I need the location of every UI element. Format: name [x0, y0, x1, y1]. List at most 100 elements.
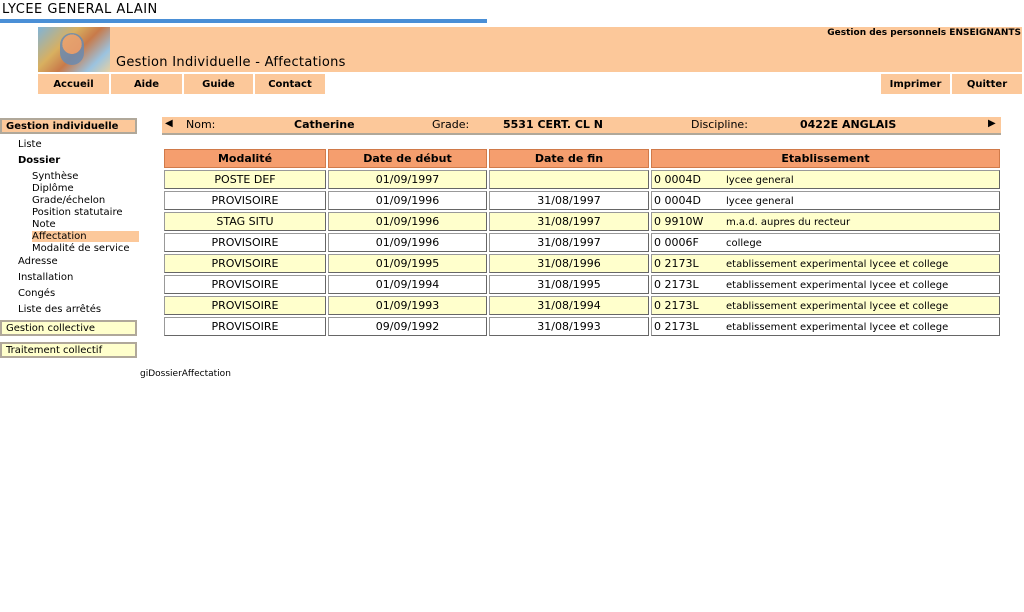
header-date-debut: Date de début	[328, 149, 487, 168]
header-date-fin: Date de fin	[489, 149, 649, 168]
cell-etablissement: 0 2173L etablissement experimental lycee …	[651, 275, 1000, 294]
sidebar-sub-grade-echelon[interactable]: Grade/échelon	[32, 195, 105, 206]
page-identifier: giDossierAffectation	[140, 369, 231, 379]
sidebar-item-dossier[interactable]: Dossier	[18, 155, 60, 166]
photo-figure	[60, 33, 84, 65]
cell-date-fin: 31/08/1997	[489, 212, 649, 231]
etab-name: lycee general	[726, 196, 794, 207]
etab-name: etablissement experimental lycee et coll…	[726, 259, 949, 270]
imprimer-button[interactable]: Imprimer	[881, 74, 950, 94]
cell-date-debut: 01/09/1997	[328, 170, 487, 189]
cell-date-fin: 31/08/1994	[489, 296, 649, 315]
table-row[interactable]: PROVISOIRE 01/09/1993 31/08/1994 0 2173L…	[164, 296, 1000, 315]
sidebar-item-liste-arretes[interactable]: Liste des arrêtés	[18, 304, 101, 315]
cell-modalite: STAG SITU	[164, 212, 326, 231]
table-row[interactable]: STAG SITU 01/09/1996 31/08/1997 0 9910W m…	[164, 212, 1000, 231]
sidebar-sub-note[interactable]: Note	[32, 219, 56, 230]
grade-label: Grade:	[432, 118, 470, 131]
cell-modalite: PROVISOIRE	[164, 191, 326, 210]
nom-label: Nom:	[186, 118, 216, 131]
etab-name: etablissement experimental lycee et coll…	[726, 280, 949, 291]
guide-button[interactable]: Guide	[184, 74, 253, 94]
cell-etablissement: 0 9910W m.a.d. aupres du recteur	[651, 212, 1000, 231]
sidebar-item-conges[interactable]: Congés	[18, 288, 55, 299]
etab-code: 0 0004D	[654, 194, 701, 207]
etab-code: 0 2173L	[654, 257, 699, 270]
sidebar-sub-affectation[interactable]: Affectation	[32, 231, 139, 242]
table-row[interactable]: PROVISOIRE 09/09/1992 31/08/1993 0 2173L…	[164, 317, 1000, 336]
sidebar-item-adresse[interactable]: Adresse	[18, 256, 58, 267]
cell-date-fin: 31/08/1993	[489, 317, 649, 336]
cell-date-debut: 01/09/1995	[328, 254, 487, 273]
cell-modalite: POSTE DEF	[164, 170, 326, 189]
sidebar-gestion-collective[interactable]: Gestion collective	[0, 320, 137, 336]
aide-button[interactable]: Aide	[111, 74, 182, 94]
sidebar-item-liste[interactable]: Liste	[18, 139, 42, 150]
cell-date-fin	[489, 170, 649, 189]
cell-date-debut: 01/09/1994	[328, 275, 487, 294]
table-row[interactable]: PROVISOIRE 01/09/1995 31/08/1996 0 2173L…	[164, 254, 1000, 273]
header-photo	[38, 27, 110, 72]
cell-date-fin: 31/08/1996	[489, 254, 649, 273]
cell-etablissement: 0 0004D lycee general	[651, 191, 1000, 210]
sidebar-sub-modalite-service[interactable]: Modalité de service	[32, 243, 130, 254]
cell-etablissement: 0 2173L etablissement experimental lycee …	[651, 296, 1000, 315]
cell-date-fin: 31/08/1995	[489, 275, 649, 294]
sidebar-sub-diplome[interactable]: Diplôme	[32, 183, 74, 194]
table-row[interactable]: PROVISOIRE 01/09/1994 31/08/1995 0 2173L…	[164, 275, 1000, 294]
cell-modalite: PROVISOIRE	[164, 296, 326, 315]
table-row[interactable]: POSTE DEF 01/09/1997 0 0004D lycee genera…	[164, 170, 1000, 189]
contact-button[interactable]: Contact	[255, 74, 325, 94]
etab-code: 0 2173L	[654, 320, 699, 333]
cell-etablissement: 0 2173L etablissement experimental lycee …	[651, 254, 1000, 273]
cell-etablissement: 0 2173L etablissement experimental lycee …	[651, 317, 1000, 336]
cell-date-debut: 01/09/1993	[328, 296, 487, 315]
grade-value: 5531 CERT. CL N	[503, 118, 603, 131]
etab-code: 0 9910W	[654, 215, 704, 228]
etab-code: 0 0004D	[654, 173, 701, 186]
header-modalite: Modalité	[164, 149, 326, 168]
etab-name: m.a.d. aupres du recteur	[726, 217, 851, 228]
cell-date-fin: 31/08/1997	[489, 233, 649, 252]
etab-code: 0 2173L	[654, 299, 699, 312]
cell-modalite: PROVISOIRE	[164, 317, 326, 336]
cell-date-debut: 09/09/1992	[328, 317, 487, 336]
cell-date-debut: 01/09/1996	[328, 233, 487, 252]
etab-name: etablissement experimental lycee et coll…	[726, 322, 949, 333]
sidebar-sub-synthese[interactable]: Synthèse	[32, 171, 78, 182]
etab-code: 0 0006F	[654, 236, 699, 249]
cell-date-debut: 01/09/1996	[328, 191, 487, 210]
affectations-table: Modalité Date de début Date de fin Etabl…	[162, 147, 1002, 338]
sidebar-traitement-collectif[interactable]: Traitement collectif	[0, 342, 137, 358]
table-row[interactable]: PROVISOIRE 01/09/1996 31/08/1997 0 0006F…	[164, 233, 1000, 252]
module-label: Gestion des personnels ENSEIGNANTS	[827, 28, 1021, 38]
accueil-button[interactable]: Accueil	[38, 74, 109, 94]
header-divider	[0, 19, 487, 23]
person-info-bar: ◀ Nom: Catherine Grade: 5531 CERT. CL N …	[162, 117, 1001, 135]
discipline-value: 0422E ANGLAIS	[800, 118, 897, 131]
table-row[interactable]: PROVISOIRE 01/09/1996 31/08/1997 0 0004D…	[164, 191, 1000, 210]
cell-modalite: PROVISOIRE	[164, 275, 326, 294]
etab-name: etablissement experimental lycee et coll…	[726, 301, 949, 312]
page-title: Gestion Individuelle - Affectations	[116, 55, 346, 70]
cell-date-debut: 01/09/1996	[328, 212, 487, 231]
nom-value: Catherine	[294, 118, 355, 131]
cell-etablissement: 0 0004D lycee general	[651, 170, 1000, 189]
header-etablissement: Etablissement	[651, 149, 1000, 168]
school-title: LYCEE GENERAL ALAIN	[2, 2, 158, 17]
cell-modalite: PROVISOIRE	[164, 254, 326, 273]
previous-arrow-icon[interactable]: ◀	[165, 118, 173, 129]
quitter-button[interactable]: Quitter	[952, 74, 1022, 94]
table-header-row: Modalité Date de début Date de fin Etabl…	[164, 149, 1000, 168]
sidebar-item-installation[interactable]: Installation	[18, 272, 73, 283]
etab-name: college	[726, 238, 762, 249]
etab-code: 0 2173L	[654, 278, 699, 291]
cell-date-fin: 31/08/1997	[489, 191, 649, 210]
cell-modalite: PROVISOIRE	[164, 233, 326, 252]
etab-name: lycee general	[726, 175, 794, 186]
discipline-label: Discipline:	[691, 118, 748, 131]
next-arrow-icon[interactable]: ▶	[988, 118, 996, 129]
sidebar-sub-position-statutaire[interactable]: Position statutaire	[32, 207, 123, 218]
sidebar-gestion-individuelle[interactable]: Gestion individuelle	[0, 118, 137, 134]
cell-etablissement: 0 0006F college	[651, 233, 1000, 252]
